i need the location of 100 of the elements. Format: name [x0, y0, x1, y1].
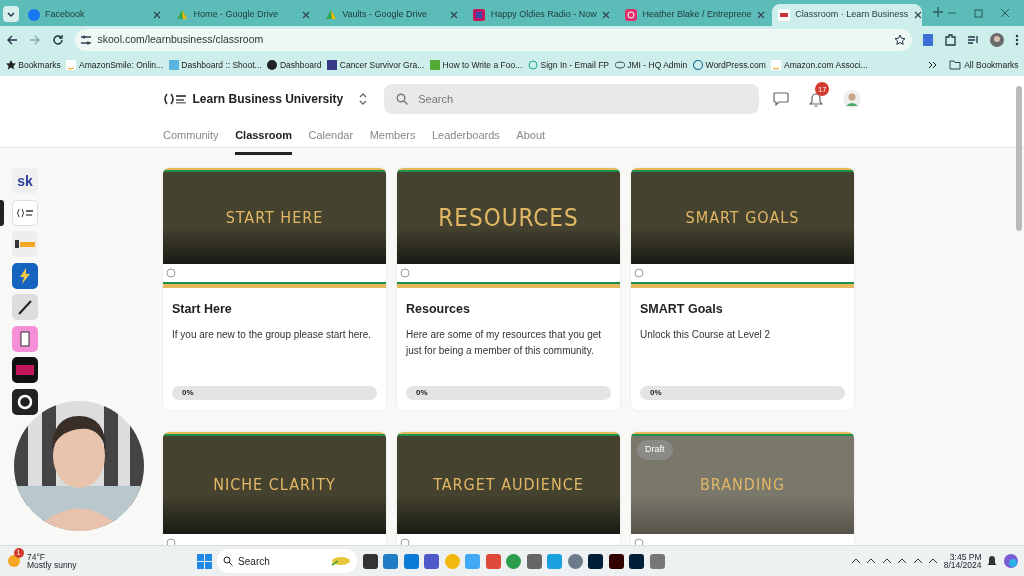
app-icon[interactable] — [629, 553, 645, 569]
more-icon[interactable] — [1014, 34, 1019, 46]
bookmark-link[interactable]: JMI - HQ Admin — [627, 58, 688, 72]
close-icon[interactable] — [602, 11, 611, 19]
bookmark-link[interactable]: How to Write a Foo... — [442, 58, 523, 72]
browser-tab[interactable]: Vaults - Google Drive — [318, 4, 465, 26]
camera-icon — [625, 9, 637, 21]
bookmark-link[interactable]: Sign In - Email FP — [540, 58, 610, 72]
close-icon[interactable] — [1000, 8, 1011, 18]
course-card[interactable]: START HERE Start Here If you are new to the group please start here. 0% — [163, 168, 386, 410]
bookmark-icon[interactable] — [922, 34, 933, 46]
corn-icon — [329, 555, 352, 567]
wordpress-icon — [692, 60, 703, 70]
search-icon — [396, 93, 409, 105]
app-icon[interactable] — [608, 553, 624, 569]
course-card[interactable]: SMART GOALS SMART Goals Unlock this Course at Level 2 0% — [631, 168, 854, 410]
amazon-icon — [66, 60, 77, 70]
weather-icon — [5, 553, 22, 569]
bookmark-link[interactable]: Bookmarks — [18, 58, 61, 72]
course-card[interactable]: RESOURCES Resources Here are some of my resources that you get just for being a member of this community. 0% — [397, 168, 620, 410]
draft-badge: Draft — [637, 440, 673, 460]
nav-tab[interactable]: Leaderboards — [431, 121, 500, 155]
bookmark-link[interactable]: AmazonSmile: Onlin... — [79, 58, 164, 72]
cover-title: SMART GOALS — [685, 207, 800, 229]
site-icon — [777, 9, 790, 21]
dashboard-icon — [168, 60, 179, 70]
chevron-icon[interactable] — [928, 61, 939, 69]
nav-tab[interactable]: Calendar — [308, 121, 354, 155]
drive-icon — [324, 9, 337, 21]
profile-avatar-icon[interactable] — [989, 33, 1004, 47]
browser-tab[interactable]: Happy Oldies Radio - Now — [467, 4, 617, 26]
bookmark-link[interactable]: Amazon.com Associ... — [784, 58, 868, 72]
close-icon[interactable] — [913, 11, 922, 19]
amazon-icon — [771, 60, 782, 70]
group-icon[interactable]: sk — [12, 168, 38, 194]
course-description: Here are some of my resources that you get just for being a member of this community. — [406, 327, 603, 358]
progress-percent: 0% — [416, 387, 428, 399]
course-card[interactable]: TARGET AUDIENCE — [397, 432, 620, 545]
progress-percent: 0% — [650, 387, 662, 399]
bell-icon[interactable] — [987, 555, 997, 567]
site-icon — [429, 60, 440, 70]
clock-time[interactable]: 3:45 PM — [943, 552, 982, 561]
new-tab-icon[interactable] — [932, 6, 945, 18]
chat-icon[interactable] — [773, 92, 790, 106]
scrollbar[interactable] — [1016, 86, 1022, 231]
browser-tab[interactable]: Classroom · Learn Business — [771, 4, 922, 26]
star-icon[interactable] — [894, 34, 906, 46]
temperature[interactable]: 74°F — [27, 552, 77, 561]
extensions-icon[interactable] — [943, 34, 956, 46]
nav-tab[interactable]: Members — [369, 121, 416, 155]
close-icon[interactable] — [757, 11, 766, 19]
back-icon[interactable] — [5, 34, 18, 46]
app-icon[interactable] — [588, 553, 604, 569]
close-icon[interactable] — [301, 11, 310, 19]
course-title: Start Here — [172, 301, 233, 318]
switch-icon[interactable] — [359, 92, 368, 106]
tab-search-icon[interactable] — [2, 6, 19, 22]
browser-tab[interactable]: Facebook — [21, 4, 168, 26]
drive-icon — [176, 9, 189, 21]
cover-title: TARGET AUDIENCE — [433, 474, 584, 496]
progress-percent: 0% — [182, 387, 194, 399]
bookmark-link[interactable]: Dashboard — [279, 58, 322, 72]
cover-title: BRANDING — [699, 474, 786, 496]
taskbar-search[interactable]: Search — [217, 549, 358, 573]
course-card[interactable]: NICHE CLARITY — [163, 432, 386, 545]
user-avatar[interactable] — [843, 90, 862, 108]
facebook-icon — [27, 9, 40, 21]
community-logo-icon — [163, 93, 187, 105]
cover-title: NICHE CLARITY — [213, 474, 336, 496]
group-icon[interactable] — [12, 357, 38, 383]
copilot-icon[interactable] — [1002, 553, 1019, 569]
site-icon — [327, 60, 338, 70]
bookmark-link[interactable]: Dashboard :: Shoot... — [181, 58, 262, 72]
star-icon — [5, 60, 16, 70]
reload-icon[interactable] — [51, 34, 64, 46]
media-icon[interactable] — [966, 34, 979, 46]
bookmark-link[interactable]: WordPress.com — [705, 58, 766, 72]
start-icon[interactable] — [196, 553, 212, 569]
course-title: SMART Goals — [640, 301, 724, 318]
bookmark-link[interactable]: All Bookmarks — [964, 58, 1019, 72]
search-field[interactable]: Search — [384, 84, 760, 114]
browser-tab[interactable]: Heather Blake / Entreprene — [619, 4, 769, 26]
search-icon — [222, 556, 233, 566]
close-icon[interactable] — [153, 11, 162, 19]
cover-title: START HERE — [225, 207, 324, 229]
browser-tab[interactable]: Home - Google Drive — [170, 4, 316, 26]
bookmark-link[interactable]: Cancer Survivor Gra... — [339, 58, 425, 72]
group-icon[interactable] — [12, 294, 38, 320]
close-icon[interactable] — [450, 11, 459, 19]
nav-tab[interactable]: Community — [163, 121, 219, 155]
weather-condition[interactable]: Mostly sunny — [27, 561, 77, 570]
clock-date[interactable]: 8/14/2024 — [943, 561, 982, 570]
nav-tab[interactable]: About — [516, 121, 546, 155]
site-settings-icon[interactable] — [80, 34, 92, 46]
nav-tab[interactable]: Classroom — [235, 121, 292, 155]
chevron-up-icon[interactable] — [850, 556, 861, 566]
notification-bell-icon[interactable] — [809, 91, 824, 108]
group-icon[interactable] — [12, 388, 38, 415]
community-name[interactable]: Learn Business University — [192, 90, 344, 108]
group-icon[interactable] — [12, 231, 38, 257]
